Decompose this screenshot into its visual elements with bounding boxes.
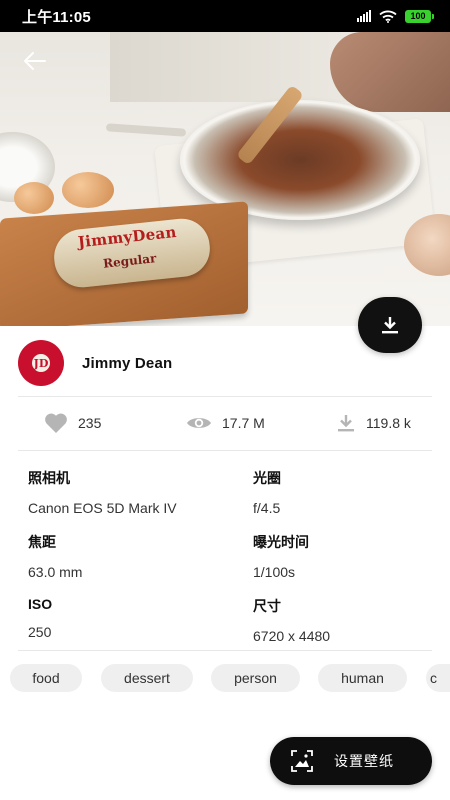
- status-time: 上午11:05: [22, 8, 91, 26]
- tag-chip[interactable]: dessert: [101, 664, 193, 692]
- signal-icon: [357, 10, 371, 22]
- focal-length-label: 焦距: [28, 534, 56, 550]
- wifi-icon: [379, 10, 397, 23]
- author-name[interactable]: Jimmy Dean: [82, 355, 172, 372]
- download-icon: [382, 317, 398, 334]
- info-left-column: 照相机 Canon EOS 5D Mark IV 焦距 63.0 mm ISO …: [28, 468, 228, 642]
- downloads-stat: 119.8 k: [336, 413, 411, 433]
- divider: [18, 450, 432, 451]
- battery-icon: 100: [405, 9, 434, 23]
- tag-chip[interactable]: person: [211, 664, 300, 692]
- avatar[interactable]: JD: [18, 340, 64, 386]
- tag-chip[interactable]: food: [10, 664, 82, 692]
- divider: [18, 396, 432, 397]
- views-count: 17.7 M: [222, 415, 265, 431]
- iso-value: 250: [28, 624, 52, 640]
- divider: [18, 650, 432, 651]
- downloads-count: 119.8 k: [366, 415, 411, 431]
- wallpaper-preview-image: JimmyDean Regular: [0, 32, 450, 326]
- exposure-time-label: 曝光时间: [253, 534, 309, 550]
- author-row[interactable]: JD Jimmy Dean: [18, 340, 172, 386]
- exposure-time-value: 1/100s: [253, 564, 296, 580]
- battery-level: 100: [405, 9, 431, 23]
- likes-stat[interactable]: 235: [44, 412, 101, 434]
- status-icons: 100: [357, 9, 434, 23]
- views-stat: 17.7 M: [186, 415, 265, 431]
- heart-icon[interactable]: [44, 412, 68, 434]
- stats-row: 235 17.7 M 119.8 k: [18, 398, 432, 448]
- back-button[interactable]: [20, 46, 50, 76]
- set-wallpaper-label: 设置壁纸: [334, 753, 394, 769]
- iso-label: ISO: [28, 596, 53, 612]
- aperture-value: f/4.5: [253, 500, 281, 516]
- camera-value: Canon EOS 5D Mark IV: [28, 500, 177, 516]
- eye-icon: [187, 418, 211, 428]
- wallpaper-icon: [290, 749, 314, 773]
- arrow-left-icon: [24, 52, 46, 70]
- likes-count: 235: [78, 415, 102, 431]
- dimensions-label: 尺寸: [253, 598, 281, 614]
- aperture-label: 光圈: [253, 470, 281, 486]
- set-wallpaper-button[interactable]: 设置壁纸: [270, 737, 432, 785]
- camera-label: 照相机: [28, 470, 70, 486]
- tag-chip[interactable]: c: [426, 664, 450, 692]
- info-right-column: 光圈 f/4.5 曝光时间 1/100s 尺寸 6720 x 4480: [253, 468, 450, 646]
- dimensions-value: 6720 x 4480: [253, 628, 331, 644]
- download-button[interactable]: [358, 297, 422, 353]
- status-bar: 上午11:05 100: [0, 0, 450, 32]
- tag-chip[interactable]: human: [318, 664, 407, 692]
- tag-list: food dessert person human c: [0, 664, 450, 694]
- focal-length-value: 63.0 mm: [28, 564, 83, 580]
- download-count-icon: [338, 415, 354, 432]
